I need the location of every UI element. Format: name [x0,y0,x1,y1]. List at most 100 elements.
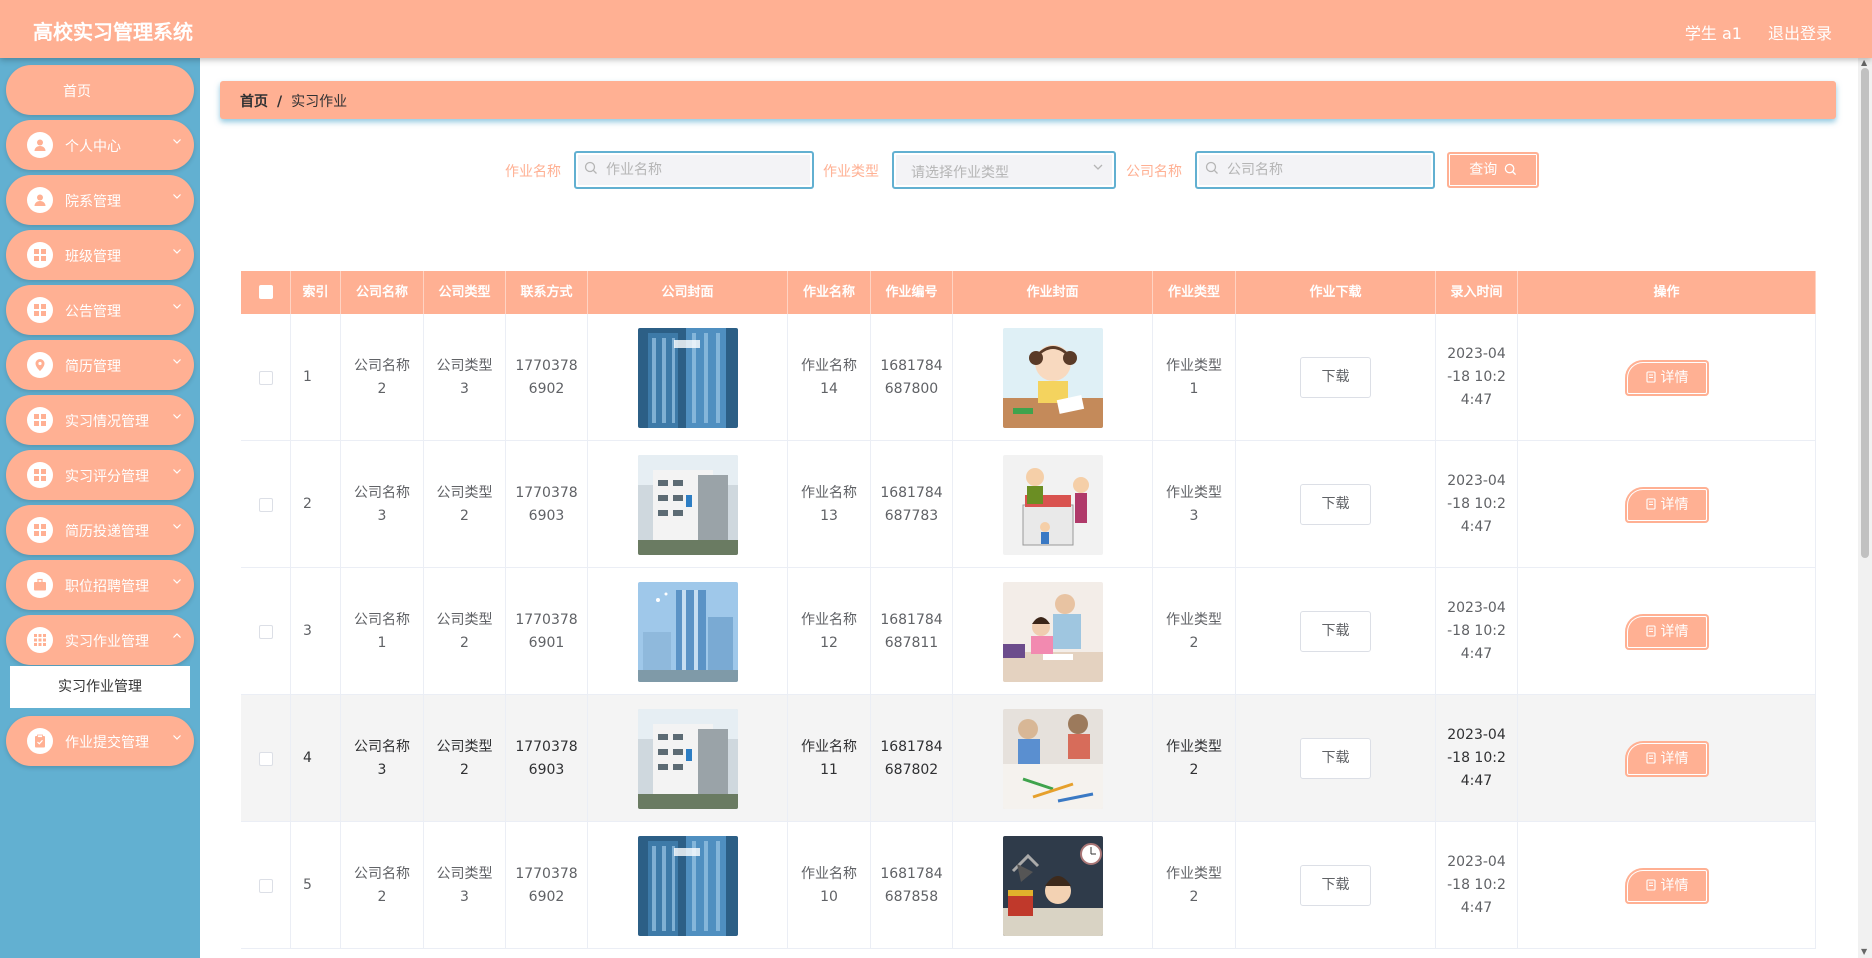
column-header[interactable]: 联系方式 [506,271,588,314]
table-row[interactable]: 1 公司名称 2 公司类型 3 1770378 6902 作业名称 14 1681784 … [241,314,1816,441]
sidebar-item-8[interactable]: 简历投递管理 [6,505,194,555]
header-select-all[interactable] [241,271,291,314]
detail-button[interactable]: 详情 [1624,867,1709,904]
company-cover-image[interactable] [637,454,738,555]
table-row[interactable]: 2 公司名称 3 公司类型 2 1770378 6903 作业名称 13 1681784 … [241,441,1816,568]
sidebar-item-2[interactable]: 院系管理 [6,175,194,225]
sidebar-item-9[interactable]: 职位招聘管理 [6,560,194,610]
homework-cover-image[interactable] [1002,708,1103,809]
column-header[interactable]: 作业名称 [788,271,871,314]
sidebar-item-1[interactable]: 个人中心 [6,120,194,170]
entry-time-cell: 2023-04 -18 10:2 4:47 [1436,441,1518,568]
scroll-down-arrow-icon[interactable]: ▼ [1861,947,1867,956]
actions-cell: 详情 [1518,822,1816,949]
homework-cover-image[interactable] [1002,835,1103,936]
document-icon [1645,497,1661,513]
scroll-up-arrow-icon[interactable]: ▲ [1861,58,1867,67]
sidebar-item-10[interactable]: 实习作业管理 [6,615,194,665]
company-type-cell: 公司类型 3 [424,314,506,441]
download-button[interactable]: 下载 [1300,865,1371,906]
page-scrollbar[interactable]: ▲ ▼ [1858,58,1872,958]
scroll-thumb[interactable] [1861,68,1869,558]
column-header[interactable]: 作业类型 [1153,271,1236,314]
column-header[interactable]: 公司封面 [588,271,788,314]
homework-cover-image[interactable] [1002,581,1103,682]
download-button[interactable]: 下载 [1300,484,1371,525]
user-icon [27,187,53,213]
sidebar-item-0[interactable]: 首页 [6,65,194,115]
entry-time-cell: 2023-04 -18 10:2 4:47 [1436,822,1518,949]
company-name-cell: 公司名称 3 [341,695,424,822]
company-cover-image[interactable] [637,708,738,809]
sidebar-item-7[interactable]: 实习评分管理 [6,450,194,500]
table-row[interactable]: 4 公司名称 3 公司类型 2 1770378 6903 作业名称 11 1681784 … [241,695,1816,822]
table-row[interactable]: 3 公司名称 1 公司类型 2 1770378 6901 作业名称 12 1681784 … [241,568,1816,695]
download-button[interactable]: 下载 [1300,357,1371,398]
column-header[interactable]: 作业下载 [1236,271,1436,314]
company-cover-image[interactable] [637,581,738,682]
company-cover-cell [588,441,788,568]
actions-cell: 详情 [1518,314,1816,441]
row-checkbox[interactable] [258,370,273,385]
column-header[interactable]: 公司名称 [341,271,424,314]
homework-cover-image[interactable] [1002,327,1103,428]
column-header[interactable]: 作业封面 [953,271,1153,314]
row-index: 4 [303,750,312,766]
column-header[interactable]: 公司类型 [424,271,506,314]
detail-button[interactable]: 详情 [1624,740,1709,777]
sidebar-item-6[interactable]: 实习情况管理 [6,395,194,445]
company-name-field[interactable] [1195,151,1435,189]
current-user[interactable]: 学生 a1 [1685,20,1742,44]
company-cover-image[interactable] [637,327,738,428]
homework-type-select[interactable]: 请选择作业类型 [892,151,1116,189]
company-type-cell: 公司类型 2 [424,695,506,822]
grid-icon [27,407,53,433]
breadcrumb-home[interactable]: 首页 [240,94,268,110]
query-button[interactable]: 查询 [1447,152,1539,188]
homework-name-field[interactable] [574,151,814,189]
chevron-down-icon [172,300,182,314]
row-select-cell[interactable] [241,314,291,441]
download-button[interactable]: 下载 [1300,738,1371,779]
document-icon [1645,878,1661,894]
company-cover-image[interactable] [637,835,738,936]
sidebar-item-5[interactable]: 简历管理 [6,340,194,390]
homework-cover-image[interactable] [1002,454,1103,555]
download-button[interactable]: 下载 [1300,611,1371,652]
row-select-cell[interactable] [241,822,291,949]
row-checkbox[interactable] [258,497,273,512]
homework-cover-cell [953,314,1153,441]
row-checkbox[interactable] [258,878,273,893]
logout-link[interactable]: 退出登录 [1768,20,1832,44]
row-select-cell[interactable] [241,441,291,568]
select-all-checkbox[interactable] [259,285,273,299]
table-row[interactable]: 5 公司名称 2 公司类型 3 1770378 6902 作业名称 10 1681784 … [241,822,1816,949]
row-checkbox[interactable] [258,624,273,639]
company-name-input[interactable] [1227,158,1423,182]
user-icon [27,132,53,158]
column-header[interactable]: 操作 [1518,271,1816,314]
row-select-cell[interactable] [241,695,291,822]
row-select-cell[interactable] [241,568,291,695]
detail-button[interactable]: 详情 [1624,613,1709,650]
sidebar-subitem-homework[interactable]: 实习作业管理 [10,666,190,708]
sidebar-item-11[interactable]: 作业提交管理 [6,716,194,766]
app-title: 高校实习管理系统 [33,20,193,44]
chevron-up-icon [172,630,182,644]
search-icon [584,161,598,179]
homework-type-label: 作业类型 [823,164,879,180]
homework-name-input[interactable] [606,158,802,182]
sidebar-item-label: 班级管理 [65,249,121,265]
column-header[interactable]: 作业编号 [871,271,953,314]
sidebar-item-4[interactable]: 公告管理 [6,285,194,335]
chevron-down-icon [172,245,182,259]
row-checkbox[interactable] [258,751,273,766]
detail-button-label: 详情 [1660,623,1689,640]
detail-button[interactable]: 详情 [1624,359,1709,396]
column-header[interactable]: 索引 [291,271,341,314]
sidebar-item-3[interactable]: 班级管理 [6,230,194,280]
entry-time-cell: 2023-04 -18 10:2 4:47 [1436,568,1518,695]
table-row[interactable] [241,949,1816,958]
detail-button[interactable]: 详情 [1624,486,1709,523]
column-header[interactable]: 录入时间 [1436,271,1518,314]
